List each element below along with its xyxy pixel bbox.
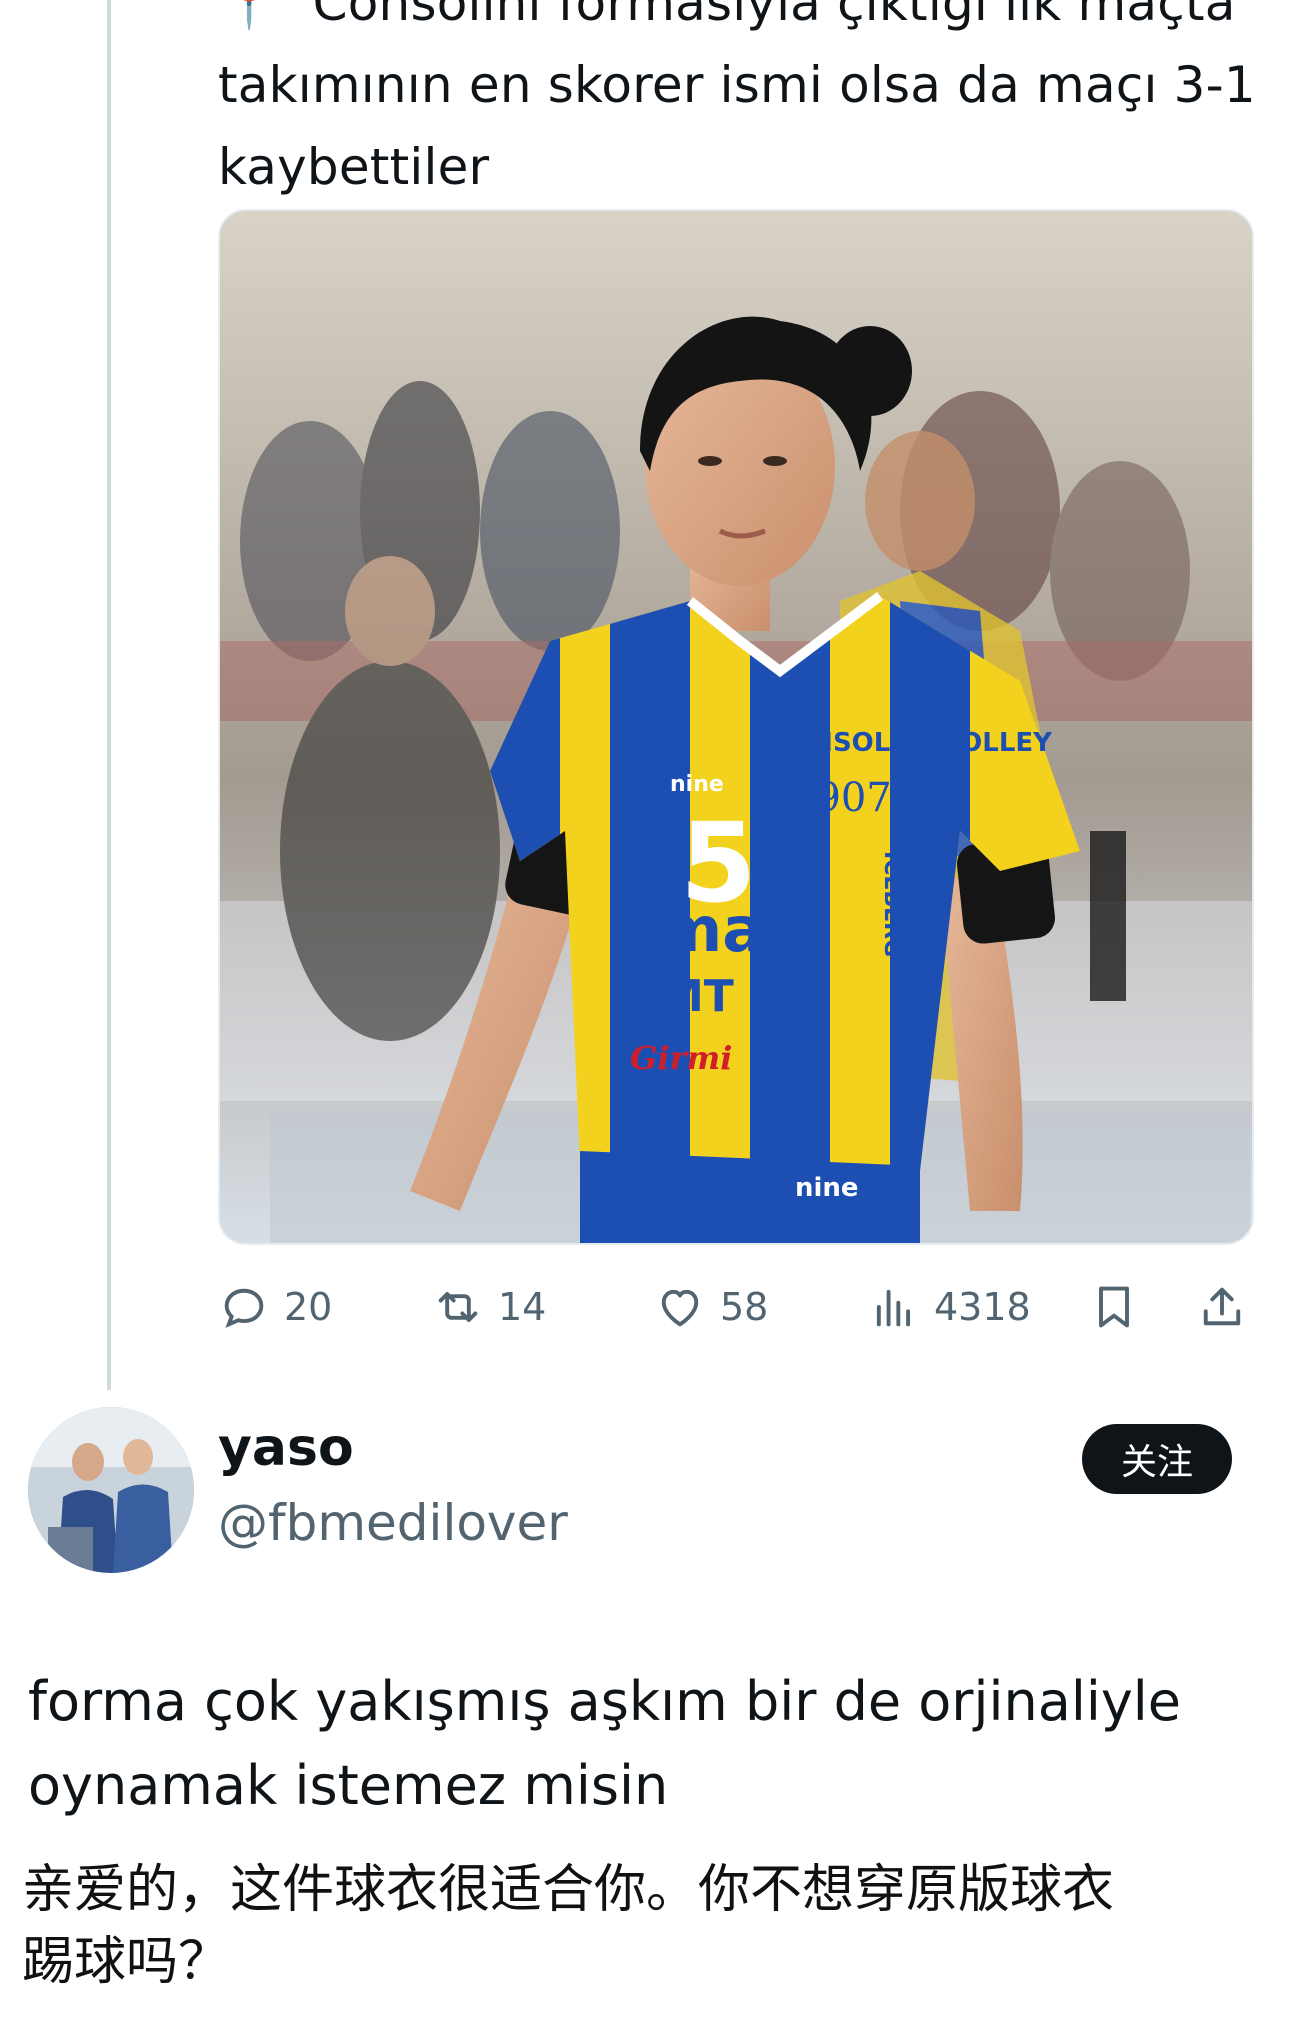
bookmark-icon: [1099, 1286, 1129, 1328]
sponsor-iceberg: ICEBERG: [879, 851, 904, 957]
tweet-text-line-2: takımının en skorer ismi olsa da maçı 3-…: [218, 56, 1256, 114]
views-count: 4318: [934, 1285, 1031, 1329]
views-button[interactable]: 4318: [868, 1272, 1031, 1342]
tweet-text-line-3: kaybettiler: [218, 138, 490, 196]
like-button[interactable]: 58: [654, 1272, 768, 1342]
reply-icon: [224, 1288, 264, 1328]
retweet-icon: [438, 1292, 478, 1322]
tweet-text-line-1: 📍 Consolini formasıyla çıktığı ilk maçta: [218, 0, 1258, 44]
avatar[interactable]: [28, 1407, 194, 1573]
reply-text: forma çok yakışmış aşkım bir de orjinali…: [28, 1660, 1268, 1828]
jersey-year-patch: 1907: [790, 775, 892, 821]
pin-icon: 📍: [218, 0, 281, 32]
player-photo-illustration: CONSOLINI VOLLEY 1907 nine 5 omaG MT Gir…: [220, 211, 1252, 1243]
reply-display-name[interactable]: yaso: [218, 1418, 354, 1478]
thread-connector-line: [107, 0, 111, 1390]
reply-text-line-1: forma çok yakışmış aşkım bir de orjinali…: [28, 1670, 1182, 1733]
follow-button[interactable]: 关注: [1082, 1424, 1232, 1494]
jersey-brand: nine: [670, 772, 724, 797]
tweet-photo[interactable]: CONSOLINI VOLLEY 1907 nine 5 omaG MT Gir…: [218, 209, 1254, 1245]
sponsor-omag: omaG: [615, 893, 815, 966]
views-bar-chart-icon: [876, 1289, 911, 1327]
reply-button[interactable]: 20: [218, 1272, 332, 1342]
retweet-count: 14: [498, 1285, 547, 1329]
translation-line-1: 亲爱的，这件球衣很适合你。你不想穿原版球衣: [22, 1860, 1115, 1920]
like-count: 58: [720, 1285, 769, 1329]
tweet-text: 📍 Consolini formasıyla çıktığı ilk maçta…: [218, 0, 1258, 208]
share-icon: [1203, 1287, 1241, 1326]
bookmark-button[interactable]: [1088, 1272, 1140, 1342]
heart-icon: [661, 1289, 699, 1327]
jersey-logo-text: CONSOLINI VOLLEY: [770, 728, 1053, 758]
reply-text-line-2: oynamak istemez misin: [28, 1754, 669, 1817]
reply-count: 20: [284, 1285, 333, 1329]
translation-text: 亲爱的，这件球衣很适合你。你不想穿原版球衣 踢球吗？: [22, 1854, 1272, 1998]
retweet-button[interactable]: 14: [432, 1272, 546, 1342]
shorts-brand: nine: [795, 1173, 859, 1203]
tweet-action-bar: 20 14 58 4318: [218, 1272, 1258, 1342]
translation-line-2: 踢球吗？: [22, 1932, 231, 1992]
reply-handle[interactable]: @fbmedilover: [218, 1494, 568, 1552]
sponsor-girmi: Girmi: [630, 1039, 732, 1077]
share-button[interactable]: [1196, 1272, 1248, 1342]
avatar-photo-illustration: [28, 1407, 194, 1573]
sponsor-mt: MT: [660, 971, 734, 1022]
